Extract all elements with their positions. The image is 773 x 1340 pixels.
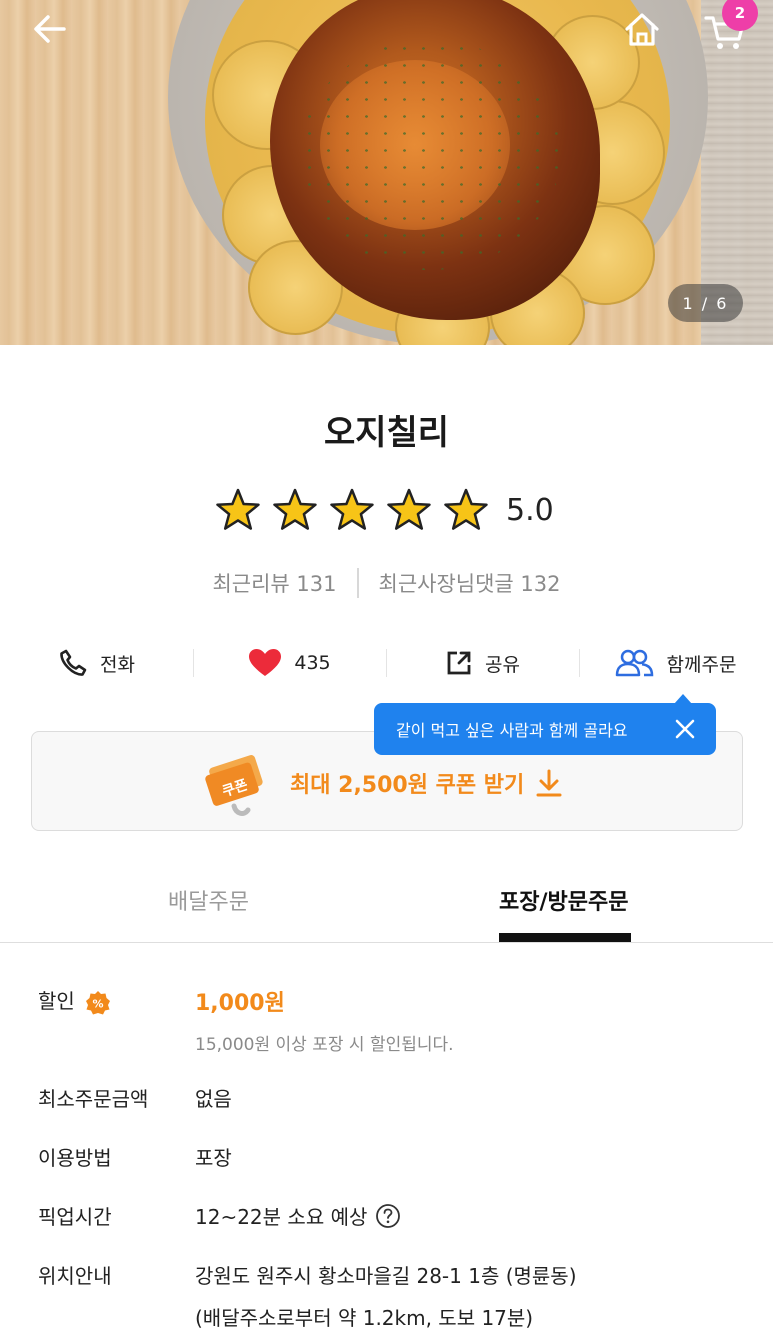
group-order-button[interactable]: 함께주문 — [579, 640, 772, 686]
help-icon[interactable] — [375, 1203, 401, 1229]
method-value: 포장 — [195, 1146, 232, 1170]
back-button[interactable] — [28, 8, 70, 50]
tab-delivery[interactable]: 배달주문 — [168, 884, 249, 916]
photo-pager: 1 / 6 — [668, 284, 743, 322]
location-value[interactable]: 강원도 원주시 황소마을길 28-1 1층 (명륜동) — [195, 1260, 577, 1289]
coupon-ticket-icon: 쿠폰 — [205, 755, 263, 816]
location-distance: (배달주소로부터 약 1.2km, 도보 17분) — [195, 1306, 534, 1330]
order-type-tabs: 배달주문 포장/방문주문 — [0, 870, 773, 943]
location-label: 위치안내 — [38, 1264, 112, 1288]
heart-icon — [249, 649, 282, 676]
action-bar: 전화 435 공유 함께주문 — [0, 640, 773, 686]
min-order-value: 없음 — [195, 1087, 232, 1111]
like-button[interactable]: 435 — [193, 640, 386, 686]
share-button[interactable]: 공유 — [386, 640, 579, 686]
photo-herbs — [300, 40, 560, 270]
pickup-time-value: 12~22분 소요 예상 — [195, 1205, 368, 1229]
home-button[interactable] — [622, 10, 662, 50]
rating-value: 5.0 — [506, 492, 554, 528]
star-icon — [216, 488, 260, 530]
tab-pickup[interactable]: 포장/방문주문 — [499, 884, 628, 916]
store-photo-carousel[interactable]: 2 1 / 6 — [0, 0, 773, 345]
active-tab-indicator — [499, 933, 631, 942]
call-button[interactable]: 전화 — [0, 640, 193, 686]
svg-text:%: % — [93, 997, 104, 1010]
coupon-text: 최대 2,500원 쿠폰 받기 — [290, 773, 525, 798]
method-label: 이용방법 — [38, 1146, 112, 1170]
discount-value: 1,000원 — [195, 991, 285, 1016]
discount-label-row: 할인 % — [38, 985, 111, 1016]
group-order-tooltip: 같이 먹고 싶은 사람과 함께 골라요 — [374, 694, 716, 755]
divider — [356, 568, 359, 598]
home-icon — [625, 13, 659, 46]
like-count: 435 — [294, 652, 331, 674]
star-icon — [387, 488, 431, 530]
phone-icon — [60, 649, 87, 676]
group-order-label: 함께주문 — [666, 653, 737, 676]
percent-badge-icon: % — [86, 990, 111, 1014]
owner-replies-link[interactable]: 최근사장님댓글 132 — [379, 568, 561, 598]
pickup-time-label: 픽업시간 — [38, 1205, 112, 1229]
group-users-icon — [615, 649, 653, 677]
download-icon — [536, 769, 562, 797]
coupon-content: 쿠폰 최대 2,500원 쿠폰 받기 — [200, 744, 564, 822]
call-label: 전화 — [100, 653, 135, 676]
pickup-time-row: 12~22분 소요 예상 — [195, 1201, 401, 1230]
share-label: 공유 — [485, 653, 520, 676]
recent-reviews-link[interactable]: 최근리뷰 131 — [212, 568, 336, 598]
star-icon — [330, 488, 374, 530]
store-name: 오지칠리 — [323, 413, 450, 453]
tooltip-text: 같이 먹고 싶은 사람과 함께 골라요 — [396, 721, 628, 740]
discount-note: 15,000원 이상 포장 시 할인됩니다. — [195, 1035, 454, 1055]
min-order-label: 최소주문금액 — [38, 1087, 149, 1111]
close-icon[interactable] — [674, 718, 696, 740]
arrow-left-icon — [34, 15, 66, 43]
share-icon — [447, 651, 471, 675]
discount-label: 할인 — [38, 989, 75, 1013]
review-summary: 최근리뷰 131 최근사장님댓글 132 — [0, 568, 773, 598]
star-icon — [444, 488, 488, 530]
rating: 5.0 — [215, 487, 554, 533]
star-icon — [273, 488, 317, 530]
